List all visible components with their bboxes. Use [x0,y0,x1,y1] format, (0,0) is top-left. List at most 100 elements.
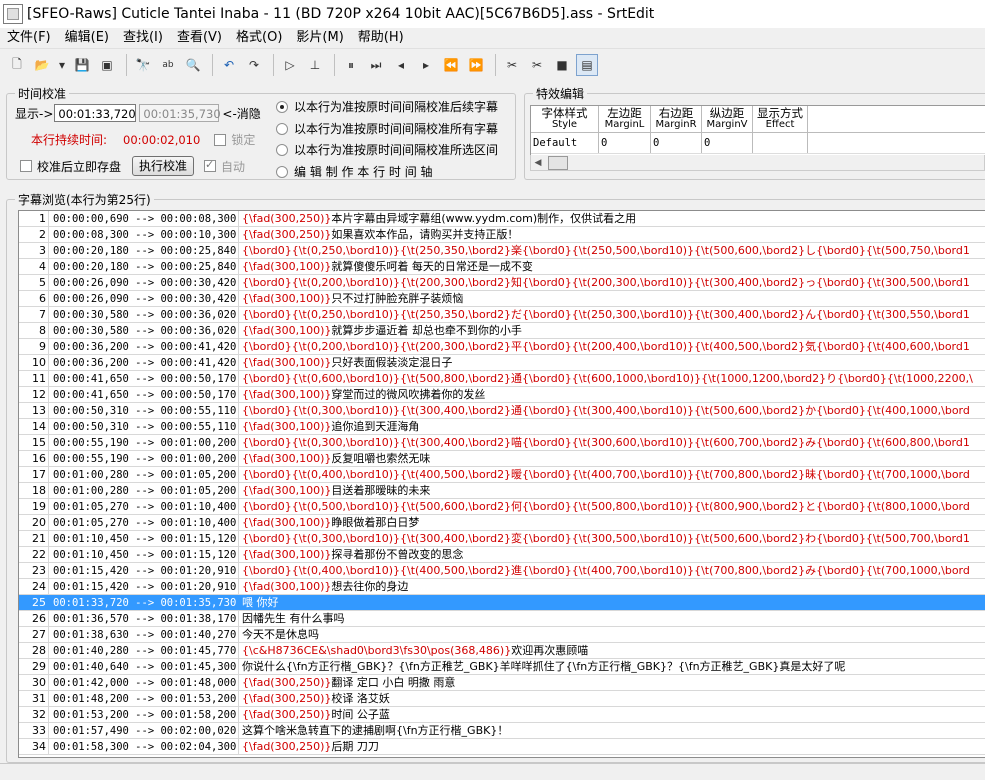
subtitle-row[interactable]: 20 00:01:05,270 --> 00:01:10,400 {\fad(300… [19,515,985,531]
effect-cell[interactable] [753,133,808,153]
menu-movie[interactable]: 影片(M) [289,28,350,48]
undo-icon[interactable]: ↶ [218,54,240,76]
subtitle-row[interactable]: 34 00:01:58,300 --> 00:02:04,300 {\fad(300… [19,739,985,755]
option-radio-1[interactable] [276,100,288,113]
dropdown-icon[interactable]: ▾ [56,54,68,76]
pause-icon[interactable]: ⏸ [340,54,362,76]
start-time-field[interactable]: 00:01:33,720 [54,104,137,122]
subtitle-row[interactable]: 19 00:01:05,270 --> 00:01:10,400 {\bord0}{… [19,499,985,515]
scroll-thumb[interactable] [548,155,568,170]
subtitle-row[interactable]: 4 00:00:20,180 --> 00:00:25,840 {\fad(300,… [19,259,985,275]
fast-forward-icon[interactable]: ⏩ [465,54,487,76]
option-radio-2[interactable] [276,122,288,135]
subtitle-row[interactable]: 26 00:01:36,570 --> 00:01:38,170 因幡先生 有什么事… [19,611,985,627]
option-row-4[interactable]: 编 辑 制 作 本 行 时 间 轴 [276,163,433,180]
subtitle-row[interactable]: 13 00:00:50,310 --> 00:00:55,110 {\bord0}{… [19,403,985,419]
menu-view[interactable]: 查看(V) [170,28,229,48]
save-all-icon[interactable]: ▣ [96,54,118,76]
subtitle-row[interactable]: 3 00:00:20,180 --> 00:00:25,840 {\bord0}{\… [19,243,985,259]
toolbar-separator [334,54,335,76]
subtitle-row[interactable]: 5 00:00:26,090 --> 00:00:30,420 {\bord0}{\… [19,275,985,291]
open-icon[interactable]: 📂 [31,54,53,76]
calibrate-button[interactable]: 执行校准 [132,156,195,176]
menu-edit[interactable]: 编辑(E) [58,28,116,48]
subtitle-row[interactable]: 29 00:01:40,640 --> 00:01:45,300 你说什么{\fn方… [19,659,985,675]
cut-end-icon[interactable]: ✂ [526,54,548,76]
subtitle-row[interactable]: 6 00:00:26,090 --> 00:00:30,420 {\fad(300,… [19,291,985,307]
step-icon[interactable]: ⊥ [304,54,326,76]
play-icon[interactable]: ▷ [279,54,301,76]
subtitle-row[interactable]: 7 00:00:30,580 --> 00:00:36,020 {\bord0}{\… [19,307,985,323]
marginr-cell[interactable]: 0 [651,133,702,153]
subtitle-row[interactable]: 11 00:00:41,650 --> 00:00:50,170 {\bord0}{… [19,371,985,387]
effects-group-label: 特效编辑 [533,85,588,102]
step-forward-icon[interactable]: ⏭ [365,54,387,76]
menu-file[interactable]: 文件(F) [0,28,58,48]
find-icon[interactable]: 🔭 [132,54,154,76]
option-row-3[interactable]: 以本行为准按原时间间隔校准所选区间 [276,141,498,158]
subtitle-row[interactable]: 10 00:00:36,200 --> 00:00:41,420 {\fad(300… [19,355,985,371]
next-icon[interactable]: ▸ [415,54,437,76]
cut-start-icon[interactable]: ✂ [501,54,523,76]
auto-checkbox[interactable] [204,158,217,172]
row-time: 00:00:41,650 --> 00:00:50,170 [49,387,239,402]
autosave-checkbox[interactable] [20,160,32,172]
marginl-cell[interactable]: 0 [599,133,651,153]
lock-checkbox[interactable] [214,133,227,146]
subtitle-row[interactable]: 33 00:01:57,490 --> 00:02:00,020 这算个啥米急转直下… [19,723,985,739]
film-icon[interactable]: ■ [551,54,573,76]
subtitle-row[interactable]: 18 00:01:00,280 --> 00:01:05,200 {\fad(300… [19,483,985,499]
subtitle-row[interactable]: 22 00:01:10,450 --> 00:01:15,120 {\fad(300… [19,547,985,563]
search-preview-icon[interactable]: 🔍 [182,54,204,76]
scroll-left-icon[interactable]: ◀ [531,158,545,168]
row-subtitle: 探寻着那份不曾改变的思念 [331,548,464,561]
rewind-icon[interactable]: ⏪ [440,54,462,76]
subtitle-list[interactable]: 1 00:00:00,690 --> 00:00:08,300 {\fad(300,… [18,210,985,758]
end-time-field[interactable]: 00:01:35,730 [139,104,221,122]
row-time: 00:00:50,310 --> 00:00:55,110 [49,403,239,418]
replace-icon[interactable]: ab [157,54,179,76]
subtitle-row[interactable]: 30 00:01:42,000 --> 00:01:48,000 {\fad(300… [19,675,985,691]
subtitle-row[interactable]: 32 00:01:53,200 --> 00:01:58,200 {\fad(300… [19,707,985,723]
subtitle-row[interactable]: 1 00:00:00,690 --> 00:00:08,300 {\fad(300,… [19,211,985,227]
row-code: {\bord0}{\t(0,200,\bord10)}{\t(200,300,\… [242,340,970,353]
prev-icon[interactable]: ◂ [390,54,412,76]
toolbar: 🗋 📂 ▾ 💾 ▣ 🔭 ab 🔍 ↶ ↷ ▷ ⊥ ⏸ ⏭ ◂ ▸ ⏪ ⏩ ✂ ✂… [0,51,985,79]
subtitle-row[interactable]: 12 00:00:41,650 --> 00:00:50,170 {\fad(300… [19,387,985,403]
effects-row[interactable]: Default 0 0 0 [531,133,985,154]
effects-scrollbar[interactable]: ◀ [530,155,985,171]
marginv-cell[interactable]: 0 [702,133,753,153]
subtitle-row[interactable]: 9 00:00:36,200 --> 00:00:41,420 {\bord0}{\… [19,339,985,355]
menu-format[interactable]: 格式(O) [229,28,289,48]
subtitle-row[interactable]: 25 00:01:33,720 --> 00:01:35,730 喂 你好 [19,595,985,611]
option-radio-4[interactable] [276,165,288,178]
subtitle-row[interactable]: 31 00:01:48,200 --> 00:01:53,200 {\fad(300… [19,691,985,707]
row-number: 29 [19,659,49,674]
style-cell[interactable]: Default [531,133,599,153]
subtitle-row[interactable]: 2 00:00:08,300 --> 00:00:10,300 {\fad(300,… [19,227,985,243]
subtitle-row[interactable]: 14 00:00:50,310 --> 00:00:55,110 {\fad(300… [19,419,985,435]
menu-help[interactable]: 帮助(H) [351,28,411,48]
subtitle-row[interactable]: 23 00:01:15,420 --> 00:01:20,910 {\bord0}{… [19,563,985,579]
row-time: 00:01:00,280 --> 00:01:05,200 [49,483,239,498]
option-row-2[interactable]: 以本行为准按原时间间隔校准所有字幕 [276,120,498,137]
subtitle-row[interactable]: 8 00:00:30,580 --> 00:00:36,020 {\fad(300,… [19,323,985,339]
subtitle-row[interactable]: 21 00:01:10,450 --> 00:01:15,120 {\bord0}{… [19,531,985,547]
row-text: {\fad(300,100)}就算傻傻乐呵着 每天的日常还是一成不变 [239,259,533,274]
subtitle-row[interactable]: 16 00:00:55,190 --> 00:01:00,200 {\fad(300… [19,451,985,467]
subtitle-row[interactable]: 17 00:01:00,280 --> 00:01:05,200 {\bord0}{… [19,467,985,483]
save-icon[interactable]: 💾 [71,54,93,76]
panel-icon[interactable]: ▤ [576,54,598,76]
row-time: 00:00:41,650 --> 00:00:50,170 [49,371,239,386]
menu-find[interactable]: 查找(I) [116,28,170,48]
redo-icon[interactable]: ↷ [243,54,265,76]
new-icon[interactable]: 🗋 [6,54,28,76]
option-radio-3[interactable] [276,143,288,156]
row-number: 25 [19,595,49,610]
subtitle-row[interactable]: 27 00:01:38,630 --> 00:01:40,270 今天不是休息吗 [19,627,985,643]
option-row-1[interactable]: 以本行为准按原时间间隔校准后续字幕 [276,98,498,115]
subtitle-row[interactable]: 15 00:00:55,190 --> 00:01:00,200 {\bord0}{… [19,435,985,451]
subtitle-row[interactable]: 24 00:01:15,420 --> 00:01:20,910 {\fad(300… [19,579,985,595]
subtitle-row[interactable]: 28 00:01:40,280 --> 00:01:45,770 {\c&H8736… [19,643,985,659]
row-text: {\fad(300,250)}后期 刀刀 [239,739,379,754]
